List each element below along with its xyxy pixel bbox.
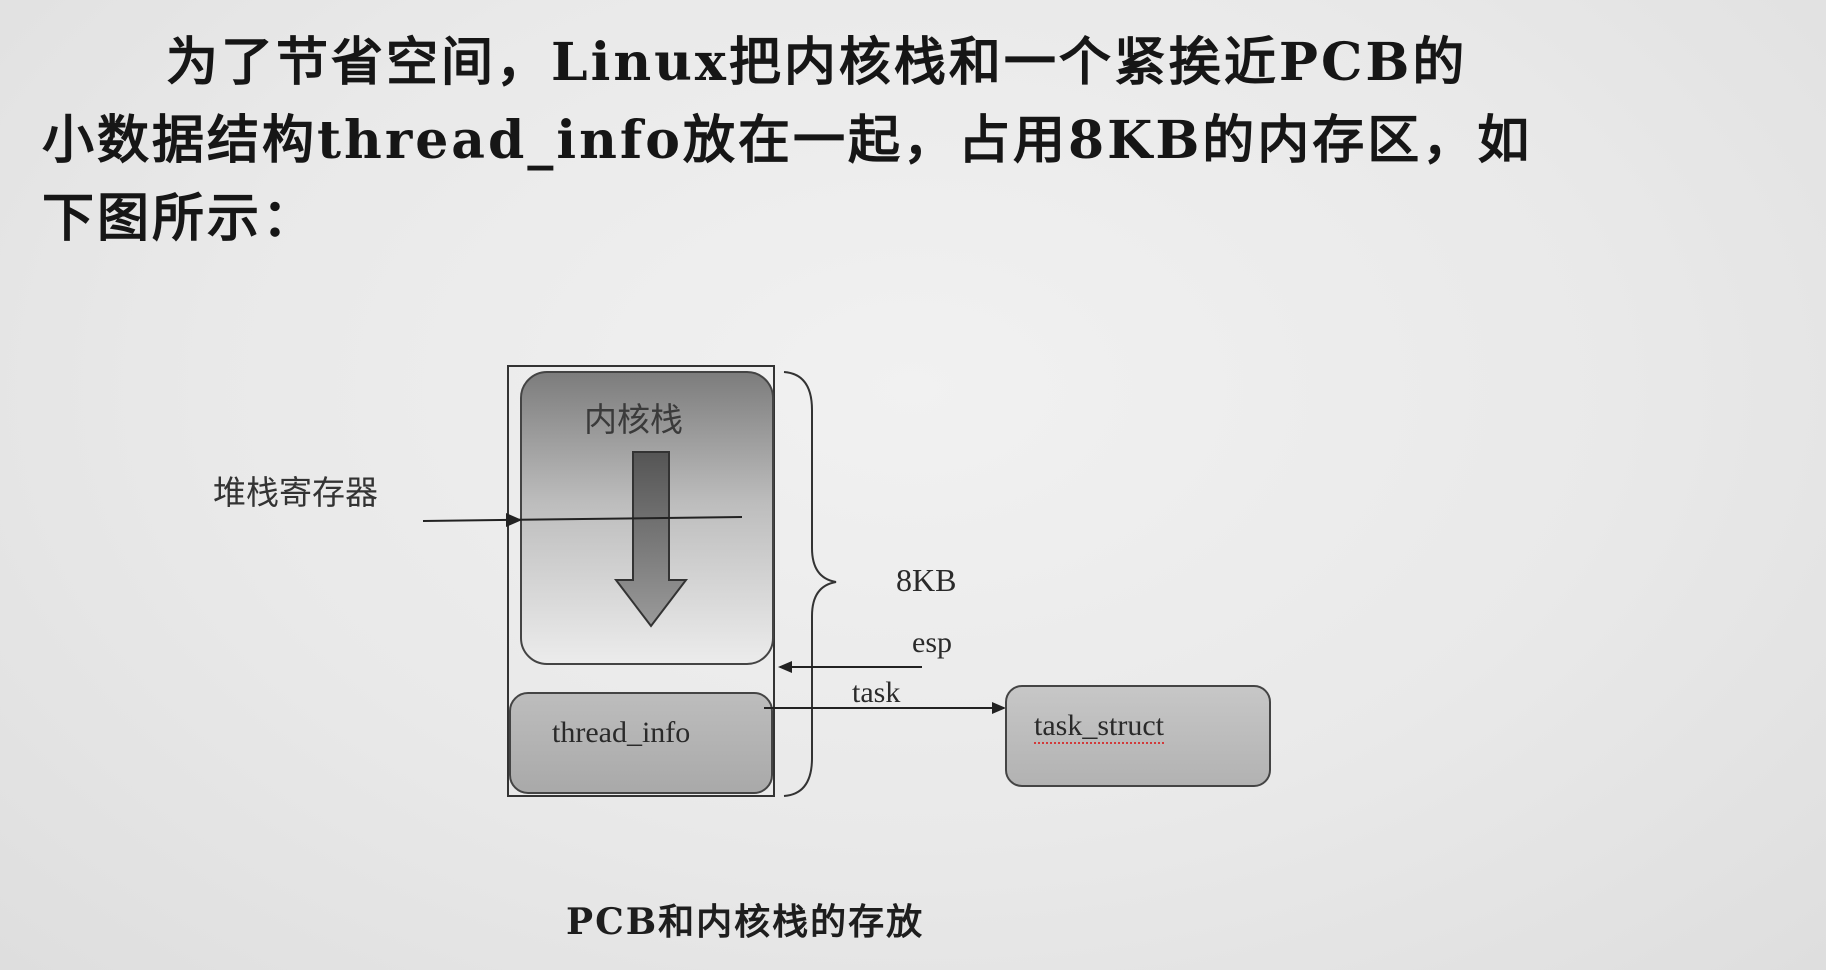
esp-label: esp [912,626,952,659]
kernel-stack-label: 内核栈 [584,400,683,439]
slide: 为了节省空间，Linux把内核栈和一个紧挨近PCB的 小数据结构thread_i… [0,0,1826,970]
task-struct-label: task_struct [1034,709,1164,744]
task-struct-text: task_struct [1034,709,1164,744]
size-label: 8KB [896,562,957,598]
thread-info-label: thread_info [552,716,691,749]
size-brace [783,371,837,797]
stack-register-label: 堆栈寄存器 [213,473,378,512]
figure-caption: PCB和内核栈的存放 [566,901,925,943]
stack-register-arrowhead-icon [506,513,522,527]
task-label: task [852,676,901,709]
